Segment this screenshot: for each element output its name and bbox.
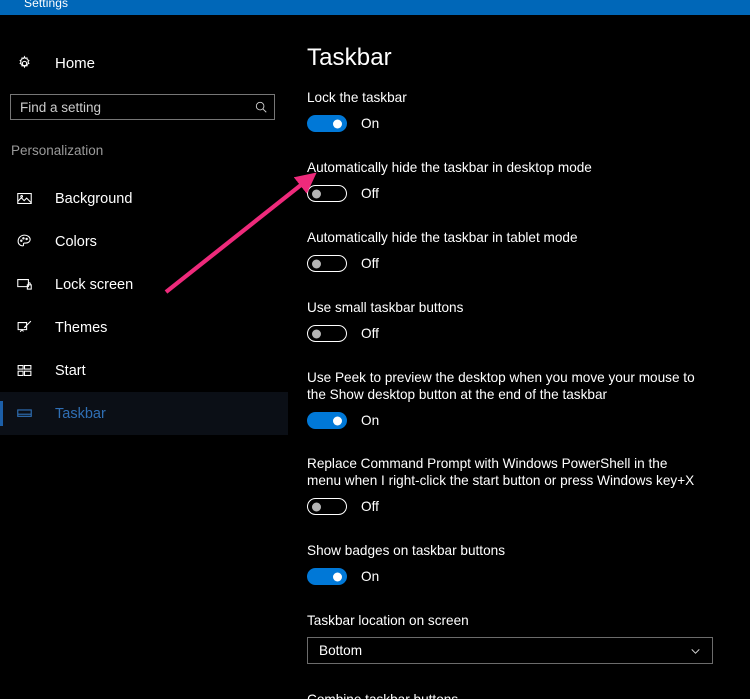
setting-label: Replace Command Prompt with Windows Powe… (307, 456, 695, 488)
label-taskbar-location: Taskbar location on screen (307, 613, 469, 628)
sidebar: Home Personalization (0, 15, 288, 699)
sidebar-item-background[interactable]: Background (0, 177, 288, 220)
sidebar-item-home[interactable]: Home (0, 48, 288, 78)
toggle-knob (333, 416, 342, 425)
toggle-use-peek[interactable] (307, 412, 347, 429)
toggle-lock-the-taskbar[interactable] (307, 115, 347, 132)
setting-label: Show badges on taskbar buttons (307, 543, 505, 558)
sidebar-label-background: Background (55, 190, 133, 207)
toggle-show-badges[interactable] (307, 568, 347, 585)
sidebar-label-colors: Colors (55, 233, 97, 250)
setting-autohide-desktop: Automatically hide the taskbar in deskto… (307, 159, 717, 202)
toggle-autohide-desktop[interactable] (307, 185, 347, 202)
sidebar-home-label: Home (55, 54, 96, 72)
sidebar-item-themes[interactable]: Themes (0, 306, 288, 349)
start-tiles-icon (14, 361, 34, 381)
settings-window: Settings Home Personalization (0, 0, 750, 699)
setting-show-badges: Show badges on taskbar buttons On (307, 542, 717, 585)
toggle-knob (312, 329, 321, 338)
setting-small-taskbar-buttons: Use small taskbar buttons Off (307, 299, 717, 342)
toggle-state-label: On (361, 569, 380, 584)
setting-use-peek: Use Peek to preview the desktop when you… (307, 369, 717, 429)
window-title: Settings (24, 0, 69, 10)
sidebar-nav: Background Colors Lock screen Themes Sta… (0, 177, 288, 435)
toggle-row: On (307, 412, 717, 429)
sidebar-label-taskbar: Taskbar (55, 405, 106, 422)
toggle-knob (312, 259, 321, 268)
sidebar-item-taskbar[interactable]: Taskbar (0, 392, 288, 435)
image-icon (14, 189, 34, 209)
toggle-state-label: Off (361, 186, 379, 201)
setting-label: Automatically hide the taskbar in deskto… (307, 160, 592, 175)
toggle-state-label: Off (361, 499, 379, 514)
search-box[interactable] (10, 94, 275, 120)
sidebar-label-start: Start (55, 362, 86, 379)
gear-icon (14, 53, 34, 73)
dropdown-taskbar-location[interactable]: Bottom (307, 637, 713, 664)
toggle-knob (312, 502, 321, 511)
sidebar-item-start[interactable]: Start (0, 349, 288, 392)
toggle-state-label: On (361, 413, 380, 428)
setting-label: Use Peek to preview the desktop when you… (307, 370, 695, 402)
toggle-replace-command-prompt[interactable] (307, 498, 347, 515)
toggle-state-label: On (361, 116, 380, 131)
dropdown-value: Bottom (319, 643, 363, 658)
setting-autohide-tablet: Automatically hide the taskbar in tablet… (307, 229, 717, 272)
toggle-autohide-tablet[interactable] (307, 255, 347, 272)
search-icon[interactable] (248, 95, 274, 119)
setting-label: Lock the taskbar (307, 90, 407, 105)
label-combine-taskbar-buttons: Combine taskbar buttons (307, 692, 717, 699)
toggle-row: Off (307, 498, 717, 515)
toggle-knob (312, 189, 321, 198)
toggle-row: Off (307, 325, 717, 342)
settings-list: Lock the taskbar On Automatically hide t… (307, 89, 717, 699)
themes-brush-icon (14, 318, 34, 338)
sidebar-section-title: Personalization (11, 143, 104, 158)
title-bar: Settings (0, 0, 750, 15)
toggle-row: Off (307, 255, 717, 272)
setting-label: Use small taskbar buttons (307, 300, 464, 315)
taskbar-icon (14, 404, 34, 424)
sidebar-label-lock-screen: Lock screen (55, 276, 134, 293)
toggle-state-label: Off (361, 326, 379, 341)
palette-icon (14, 232, 34, 252)
page-title: Taskbar (307, 44, 392, 71)
toggle-knob (333, 119, 342, 128)
sidebar-item-lock-screen[interactable]: Lock screen (0, 263, 288, 306)
search-input[interactable] (11, 95, 248, 119)
sidebar-label-themes: Themes (55, 319, 108, 336)
main-panel: Taskbar Lock the taskbar On Automaticall… (288, 15, 750, 699)
toggle-row: On (307, 568, 717, 585)
setting-replace-command-prompt: Replace Command Prompt with Windows Powe… (307, 455, 717, 515)
setting-lock-the-taskbar: Lock the taskbar On (307, 89, 717, 132)
setting-label: Automatically hide the taskbar in tablet… (307, 230, 578, 245)
toggle-state-label: Off (361, 256, 379, 271)
toggle-row: On (307, 115, 717, 132)
sidebar-item-colors[interactable]: Colors (0, 220, 288, 263)
toggle-knob (333, 572, 342, 581)
toggle-small-taskbar-buttons[interactable] (307, 325, 347, 342)
toggle-row: Off (307, 185, 717, 202)
lock-screen-icon (14, 275, 34, 295)
chevron-down-icon[interactable] (689, 644, 702, 657)
